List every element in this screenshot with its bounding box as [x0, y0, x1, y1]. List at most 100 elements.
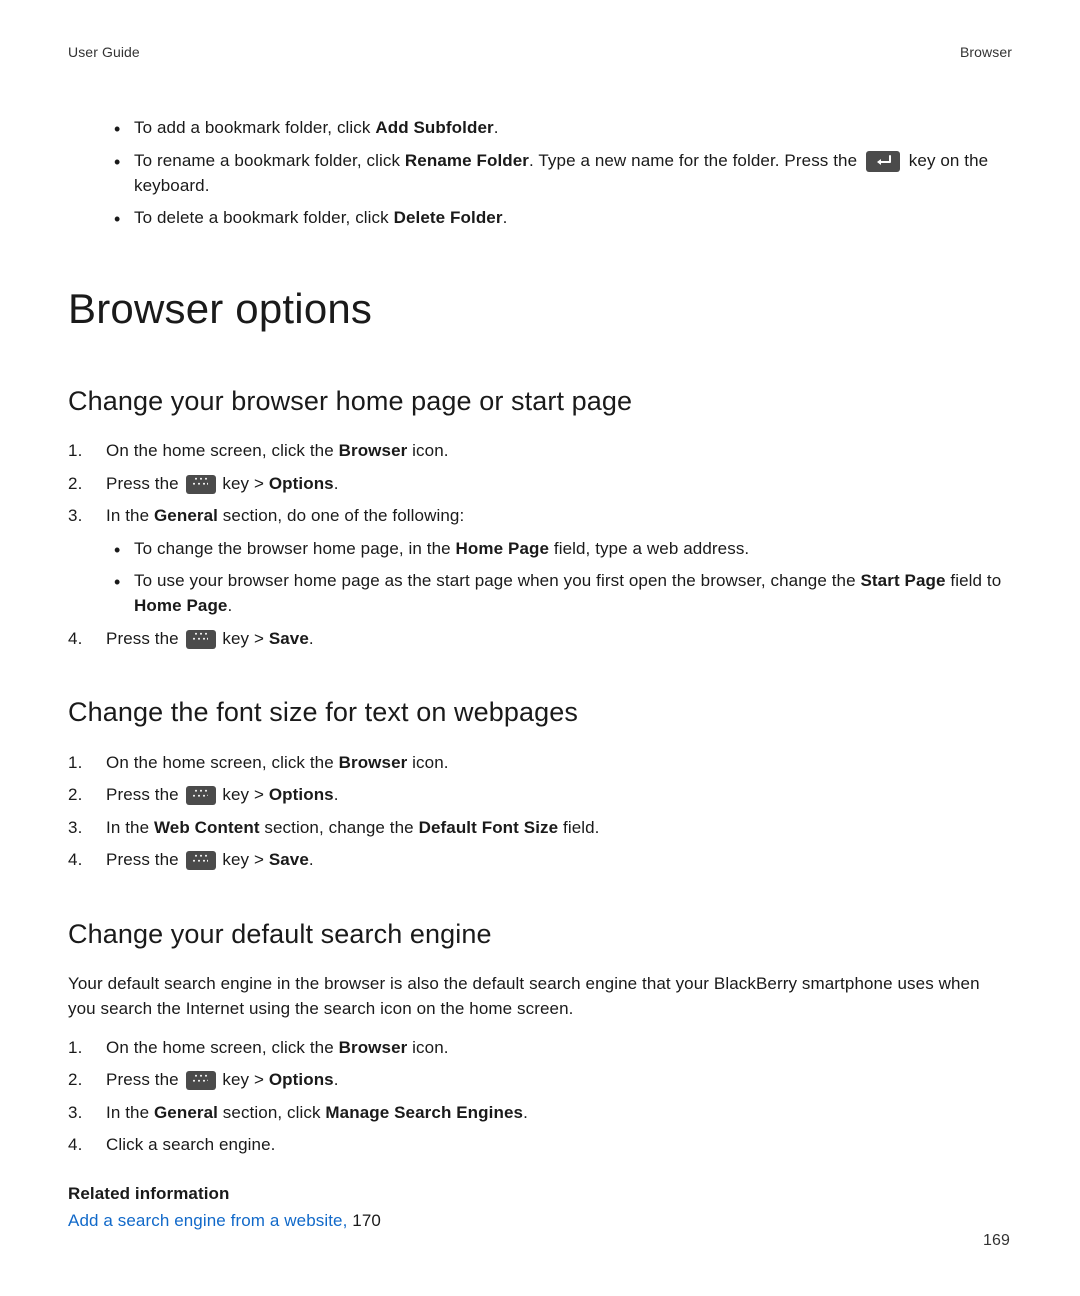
- step-item: Press the key > Options.: [106, 783, 1012, 808]
- bold-text: Web Content: [154, 818, 260, 837]
- text: To use your browser home page as the sta…: [134, 571, 860, 590]
- text: section, click: [218, 1103, 325, 1122]
- related-link[interactable]: Add a search engine from a website,: [68, 1211, 347, 1230]
- text: .: [334, 474, 339, 493]
- text: Press the: [106, 785, 184, 804]
- step-item: On the home screen, click the Browser ic…: [106, 751, 1012, 776]
- bold-text: Save: [269, 850, 309, 869]
- text: icon.: [407, 753, 448, 772]
- blackberry-key-icon: [186, 475, 216, 494]
- sub-bullet-list: To change the browser home page, in the …: [106, 537, 1012, 619]
- text: field.: [558, 818, 599, 837]
- text: key >: [218, 850, 269, 869]
- text: . Type a new name for the folder. Press …: [529, 151, 862, 170]
- list-item: To use your browser home page as the sta…: [134, 569, 1012, 618]
- bold-text: Start Page: [860, 571, 945, 590]
- text: Press the: [106, 474, 184, 493]
- text: On the home screen, click the: [106, 753, 339, 772]
- blackberry-key-icon: [186, 1071, 216, 1090]
- text: On the home screen, click the: [106, 1038, 339, 1057]
- blackberry-key-icon: [186, 851, 216, 870]
- blackberry-key-icon: [186, 630, 216, 649]
- text: In the: [106, 1103, 154, 1122]
- list-item: To delete a bookmark folder, click Delet…: [134, 206, 1012, 231]
- step-item: Press the key > Options.: [106, 1068, 1012, 1093]
- list-item: To rename a bookmark folder, click Renam…: [134, 149, 1012, 198]
- steps-list: On the home screen, click the Browser ic…: [68, 751, 1012, 874]
- text: To change the browser home page, in the: [134, 539, 456, 558]
- page-number: 169: [983, 1229, 1010, 1252]
- text: Press the: [106, 1070, 184, 1089]
- text: section, do one of the following:: [218, 506, 464, 525]
- step-item: Press the key > Options.: [106, 472, 1012, 497]
- list-item: To add a bookmark folder, click Add Subf…: [134, 116, 1012, 141]
- text: On the home screen, click the: [106, 441, 339, 460]
- step-item: On the home screen, click the Browser ic…: [106, 1036, 1012, 1061]
- bold-text: Home Page: [456, 539, 550, 558]
- bold-text: Browser: [339, 441, 408, 460]
- enter-key-icon: [866, 151, 900, 172]
- text: .: [523, 1103, 528, 1122]
- page-title: Browser options: [68, 279, 1012, 340]
- text: To delete a bookmark folder, click: [134, 208, 394, 227]
- bold-text: Browser: [339, 753, 408, 772]
- text: key >: [218, 474, 269, 493]
- text: .: [334, 785, 339, 804]
- text: key >: [218, 785, 269, 804]
- bold-text: Rename Folder: [405, 151, 529, 170]
- header-left: User Guide: [68, 42, 140, 62]
- text: In the: [106, 506, 154, 525]
- section-heading: Change the font size for text on webpage…: [68, 693, 1012, 732]
- text: field, type a web address.: [549, 539, 749, 558]
- bold-text: Browser: [339, 1038, 408, 1057]
- text: .: [334, 1070, 339, 1089]
- section-intro: Your default search engine in the browse…: [68, 972, 1012, 1021]
- text: icon.: [407, 441, 448, 460]
- steps-list: On the home screen, click the Browser ic…: [68, 439, 1012, 651]
- text: In the: [106, 818, 154, 837]
- text: Press the: [106, 629, 184, 648]
- section-heading: Change your browser home page or start p…: [68, 382, 1012, 421]
- bold-text: Options: [269, 785, 334, 804]
- blackberry-key-icon: [186, 786, 216, 805]
- bold-text: Default Font Size: [419, 818, 559, 837]
- bold-text: General: [154, 506, 218, 525]
- text: field to: [946, 571, 1002, 590]
- bold-text: Home Page: [134, 596, 228, 615]
- related-info-line: Add a search engine from a website, 170: [68, 1209, 1012, 1234]
- text: .: [309, 850, 314, 869]
- bold-text: Delete Folder: [394, 208, 503, 227]
- text: key >: [218, 1070, 269, 1089]
- bold-text: Save: [269, 629, 309, 648]
- text: .: [309, 629, 314, 648]
- list-item: To change the browser home page, in the …: [134, 537, 1012, 562]
- steps-list: On the home screen, click the Browser ic…: [68, 1036, 1012, 1159]
- bold-text: Manage Search Engines: [325, 1103, 523, 1122]
- bold-text: General: [154, 1103, 218, 1122]
- text: .: [503, 208, 508, 227]
- text: section, change the: [260, 818, 419, 837]
- text: key >: [218, 629, 269, 648]
- step-item: Click a search engine.: [106, 1133, 1012, 1158]
- step-item: In the Web Content section, change the D…: [106, 816, 1012, 841]
- intro-bullet-list: To add a bookmark folder, click Add Subf…: [68, 116, 1012, 231]
- text: .: [228, 596, 233, 615]
- step-item: Press the key > Save.: [106, 848, 1012, 873]
- step-item: In the General section, click Manage Sea…: [106, 1101, 1012, 1126]
- header-right: Browser: [960, 42, 1012, 62]
- text: Click a search engine.: [106, 1135, 275, 1154]
- bold-text: Add Subfolder: [375, 118, 493, 137]
- step-item: Press the key > Save.: [106, 627, 1012, 652]
- related-page-number: 170: [352, 1211, 381, 1230]
- text: icon.: [407, 1038, 448, 1057]
- text: Press the: [106, 850, 184, 869]
- text: To rename a bookmark folder, click: [134, 151, 405, 170]
- related-info-heading: Related information: [68, 1182, 1012, 1207]
- step-item: On the home screen, click the Browser ic…: [106, 439, 1012, 464]
- bold-text: Options: [269, 1070, 334, 1089]
- text: .: [494, 118, 499, 137]
- step-item: In the General section, do one of the fo…: [106, 504, 1012, 619]
- text: To add a bookmark folder, click: [134, 118, 375, 137]
- bold-text: Options: [269, 474, 334, 493]
- section-heading: Change your default search engine: [68, 915, 1012, 954]
